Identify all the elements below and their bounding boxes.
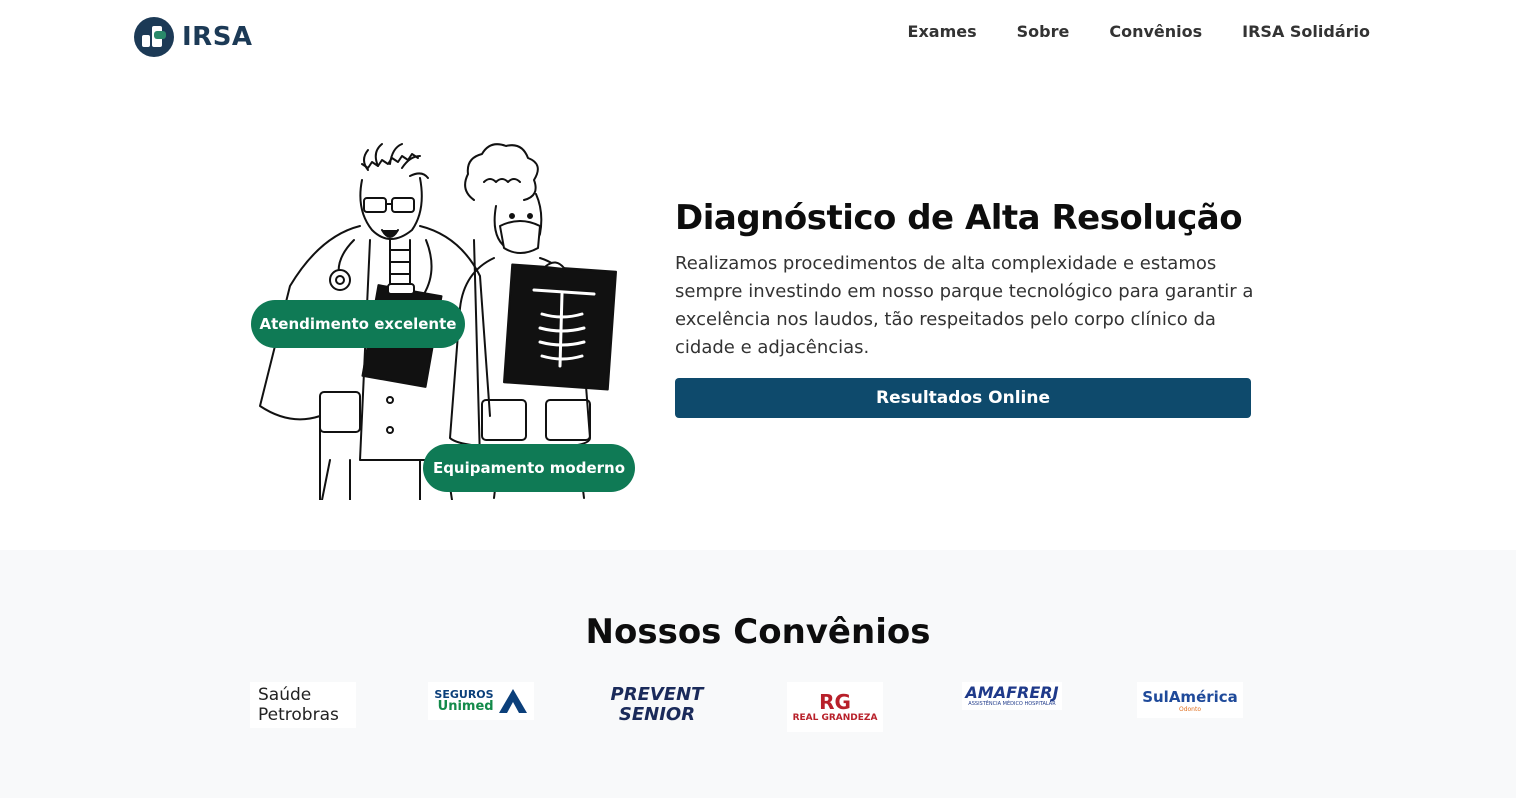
irsa-logo[interactable]: IRSA bbox=[134, 16, 253, 58]
partner-logos: Saúde Petrobras SEGUROS Unimed PREVENT S… bbox=[250, 682, 1243, 732]
nurse-hair-icon bbox=[464, 143, 539, 201]
hero-text: Diagnóstico de Alta Resolução Realizamos… bbox=[675, 198, 1265, 362]
logo-real-grandeza[interactable]: RG REAL GRANDEZA bbox=[787, 682, 883, 732]
hero-description: Realizamos procedimentos de alta complex… bbox=[675, 253, 1254, 358]
nav-exames[interactable]: Exames bbox=[908, 22, 977, 41]
logo-prevent-senior[interactable]: PREVENT SENIOR bbox=[604, 682, 710, 728]
logo-seguros-unimed[interactable]: SEGUROS Unimed bbox=[428, 682, 534, 720]
resultados-online-button[interactable]: Resultados Online bbox=[675, 378, 1251, 418]
partners-section: Nossos Convênios Saúde Petrobras SEGUROS… bbox=[0, 550, 1516, 798]
logo-sulamerica[interactable]: SulAmérica Odonto bbox=[1137, 682, 1243, 718]
badge-equipamento: Equipamento moderno bbox=[423, 444, 635, 492]
badge-atendimento: Atendimento excelente bbox=[251, 300, 465, 348]
nav-sobre[interactable]: Sobre bbox=[1017, 22, 1070, 41]
hero-title: Diagnóstico de Alta Resolução bbox=[675, 198, 1243, 238]
partners-title: Nossos Convênios bbox=[585, 612, 931, 652]
site-header: IRSA Exames Sobre Convênios IRSA Solidár… bbox=[0, 0, 1516, 80]
nav-convenios[interactable]: Convênios bbox=[1109, 22, 1202, 41]
logo-amafrerj[interactable]: AMAFRERJ ASSISTÊNCIA MÉDICO HOSPITALAR bbox=[962, 682, 1062, 710]
doctor-hair-icon bbox=[361, 143, 429, 179]
logo-saude-petrobras[interactable]: Saúde Petrobras bbox=[250, 682, 356, 728]
nav-irsa-solidario[interactable]: IRSA Solidário bbox=[1242, 22, 1370, 41]
main-nav: Exames Sobre Convênios IRSA Solidário bbox=[908, 22, 1370, 41]
unimed-arrow-icon bbox=[498, 689, 527, 713]
logo-text: IRSA bbox=[182, 22, 253, 52]
logo-icon bbox=[134, 17, 174, 57]
